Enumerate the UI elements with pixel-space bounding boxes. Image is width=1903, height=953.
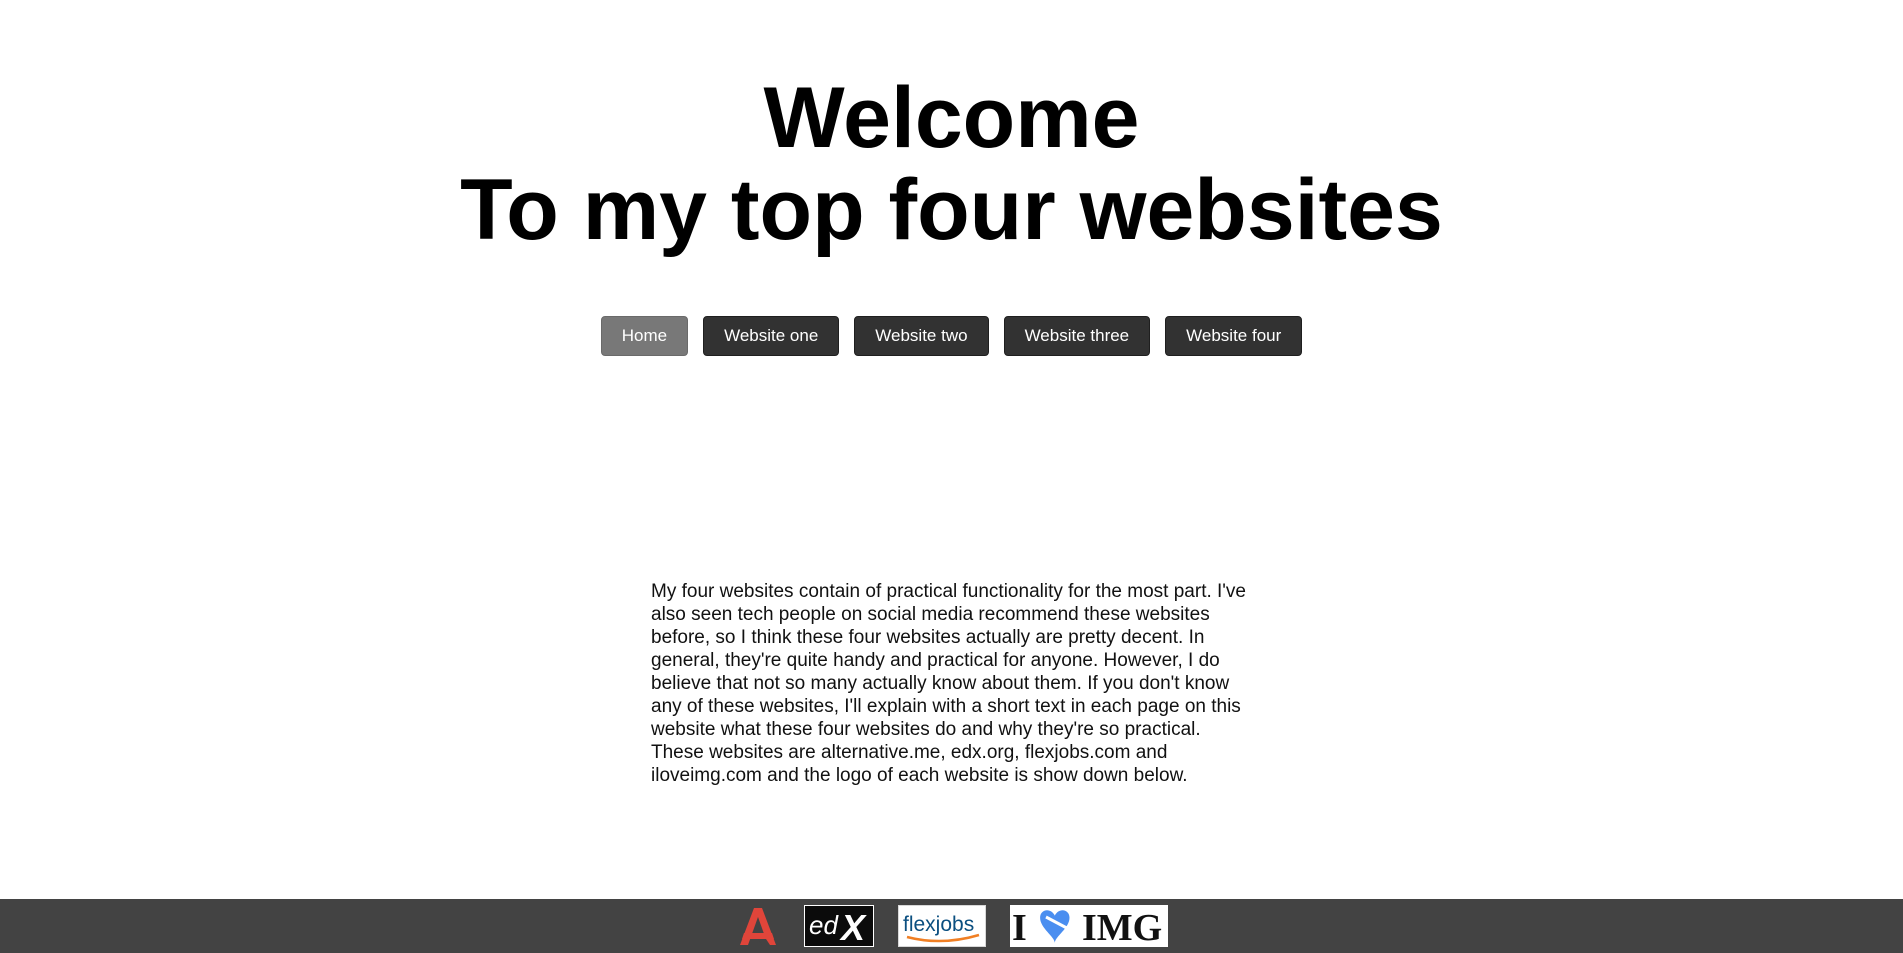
svg-text:X: X xyxy=(839,907,867,946)
edx-icon: ed X xyxy=(809,907,867,946)
page-heading: Welcome To my top four websites xyxy=(0,72,1903,256)
nav-button-website-four[interactable]: Website four xyxy=(1165,316,1303,356)
footer-logo-bar: ed X flexjobs I IMG xyxy=(0,899,1903,953)
nav-button-website-two[interactable]: Website two xyxy=(854,316,989,356)
svg-text:flexjobs: flexjobs xyxy=(903,913,974,936)
edx-logo: ed X xyxy=(803,905,874,947)
svg-text:IMG: IMG xyxy=(1082,907,1162,947)
page: Welcome To my top four websites Home Web… xyxy=(0,0,1903,953)
flexjobs-logo: flexjobs xyxy=(897,905,986,947)
alternative-me-icon xyxy=(739,908,776,945)
nav-button-website-three[interactable]: Website three xyxy=(1003,316,1151,356)
svg-text:ed: ed xyxy=(809,910,839,940)
main-nav: Home Website one Website two Website thr… xyxy=(0,316,1903,356)
heading-line-subtitle: To my top four websites xyxy=(460,162,1443,258)
heading-line-welcome: Welcome xyxy=(763,70,1140,166)
nav-button-website-one[interactable]: Website one xyxy=(703,316,840,356)
intro-paragraph: My four websites contain of practical fu… xyxy=(651,581,1247,786)
alternative-me-logo xyxy=(736,905,780,947)
nav-button-home[interactable]: Home xyxy=(600,316,689,356)
iloveimg-icon: I IMG xyxy=(1012,907,1162,947)
flexjobs-icon: flexjobs xyxy=(903,913,979,943)
svg-text:I: I xyxy=(1012,907,1027,947)
iloveimg-logo: I IMG xyxy=(1009,905,1168,947)
